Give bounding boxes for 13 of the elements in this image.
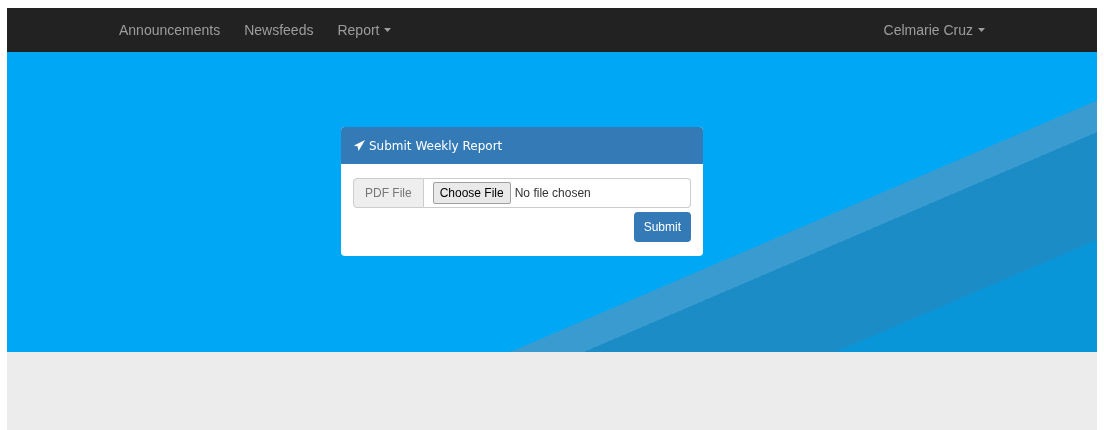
send-icon <box>353 139 366 152</box>
nav-link[interactable]: Newsfeeds <box>244 19 314 41</box>
user-menu[interactable]: Celmarie Cruz <box>883 19 985 41</box>
nav-link[interactable]: Announcements <box>119 19 221 41</box>
caret-icon <box>384 28 392 32</box>
panel-title: Submit Weekly Report <box>369 137 503 155</box>
choose-file-button[interactable]: Choose File <box>432 182 511 204</box>
file-status: No file chosen <box>514 185 591 202</box>
file-input-field[interactable]: Choose File No file chosen <box>423 178 691 208</box>
caret-icon <box>978 28 985 32</box>
nav-dropdown[interactable]: Report <box>337 19 392 41</box>
submit-button[interactable]: Submit <box>633 212 691 242</box>
input-addon: PDF File <box>353 178 424 208</box>
